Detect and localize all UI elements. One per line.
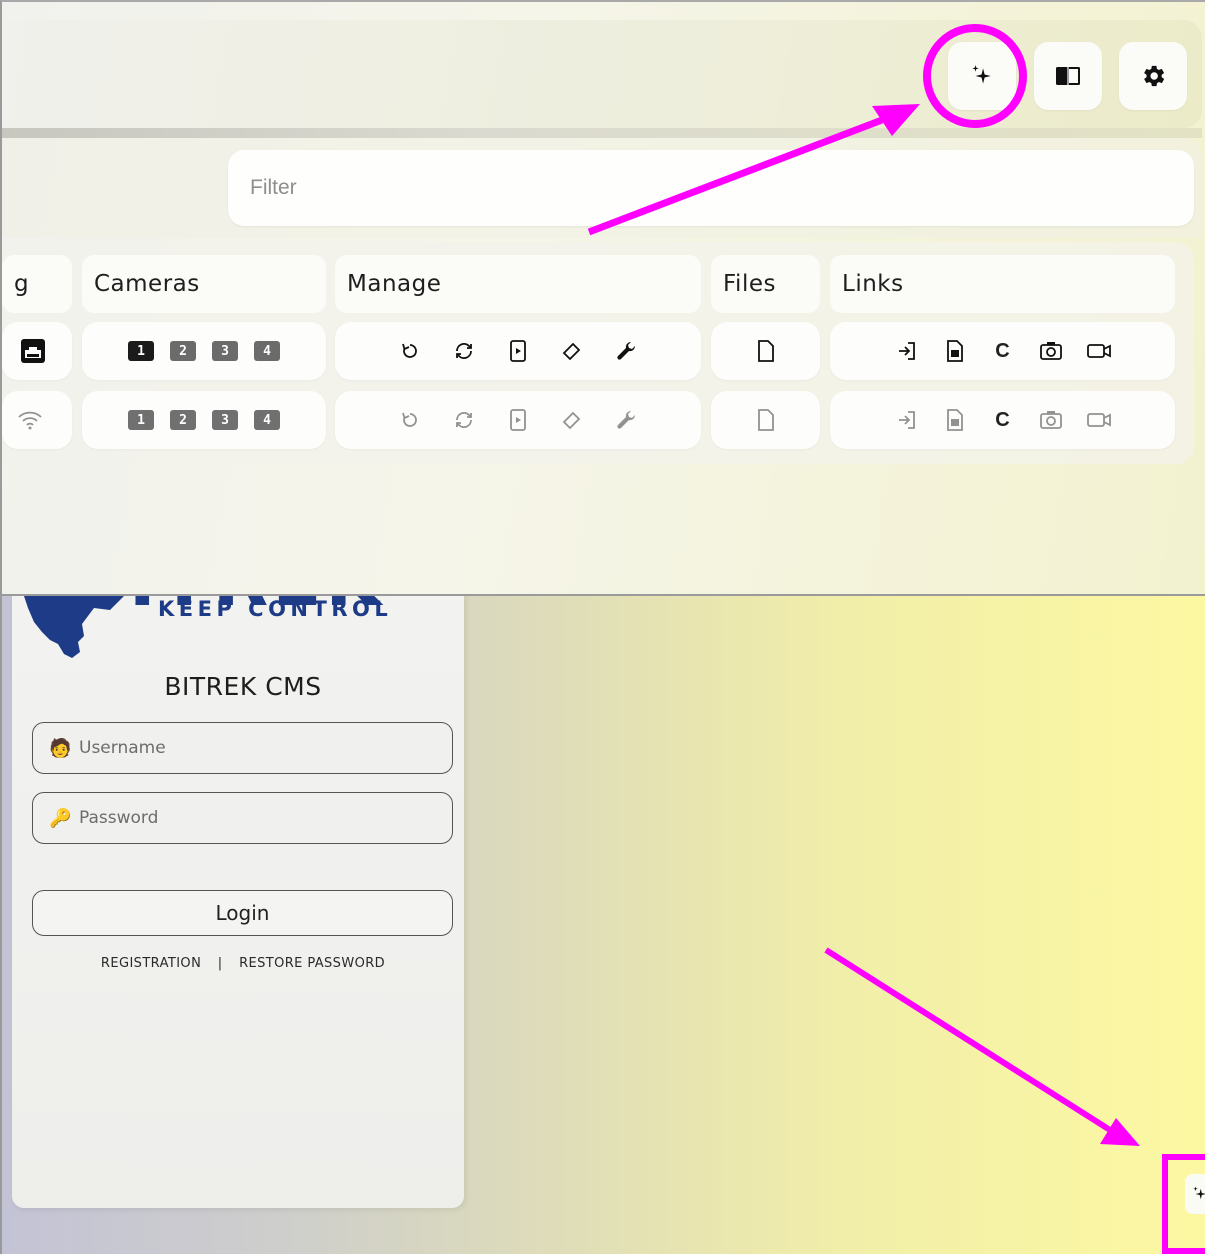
login-icon[interactable] [893,406,921,434]
docs-button[interactable] [1034,42,1102,110]
login-icon[interactable] [893,337,921,365]
c-link-button[interactable]: C [989,406,1017,434]
ethernet-icon [21,339,45,363]
column-header-partial: g [2,255,72,313]
links-buttons: C [830,391,1175,449]
camera-1-button[interactable]: 1 [128,341,154,361]
file-icon[interactable] [752,406,780,434]
login-screenshot-panel: BITREK KEEP CONTROL BITREK CMS 🧑 🔑 Login… [0,596,1205,1254]
camera-2-button[interactable]: 2 [170,410,196,430]
c-link-button[interactable]: C [989,337,1017,365]
header-bar [2,20,1202,128]
eraser-icon[interactable] [558,406,586,434]
sparkles-icon [972,65,991,84]
files-cell [711,322,820,380]
wrench-icon[interactable] [612,337,640,365]
camera-3-button[interactable]: 3 [212,410,238,430]
restart-icon[interactable] [396,406,424,434]
annotation-arrow-head [1100,1118,1140,1146]
camera-4-button[interactable]: 4 [254,341,280,361]
gear-icon [1144,65,1165,87]
camera-buttons: 1 2 3 4 [82,391,326,449]
sparkles-button[interactable] [948,42,1016,110]
video-icon[interactable] [1085,337,1113,365]
camera-1-button[interactable]: 1 [128,410,154,430]
camera-4-button[interactable]: 4 [254,410,280,430]
column-header-files: Files [711,255,820,313]
manage-buttons [335,322,701,380]
refresh-icon[interactable] [450,406,478,434]
camera-3-button[interactable]: 3 [212,341,238,361]
links-buttons: C [830,322,1175,380]
annotation-arrow-line [824,947,1112,1133]
document-icon[interactable] [941,406,969,434]
refresh-icon[interactable] [450,337,478,365]
header-divider [2,128,1202,138]
restart-icon[interactable] [396,337,424,365]
media-file-icon[interactable] [504,337,532,365]
column-header-manage: Manage [335,255,701,313]
camera-icon[interactable] [1037,406,1065,434]
highlight-box [1162,1154,1205,1254]
video-icon[interactable] [1085,406,1113,434]
settings-button[interactable] [1119,42,1187,110]
camera-buttons: 1 2 3 4 [82,322,326,380]
wrench-icon[interactable] [612,406,640,434]
media-file-icon[interactable] [504,406,532,434]
camera-2-button[interactable]: 2 [170,341,196,361]
filter-input[interactable] [228,150,1194,226]
table-row-status-cell [2,322,72,380]
manage-buttons [335,391,701,449]
column-header-links: Links [830,255,1175,313]
devices-screenshot-panel: g Cameras Manage Files Links 1 2 3 4 [0,0,1205,596]
table-row-status-cell [2,391,72,449]
wifi-icon [16,406,44,434]
document-icon[interactable] [941,337,969,365]
book-icon [1056,67,1080,85]
column-header-cameras: Cameras [82,255,326,313]
eraser-icon[interactable] [558,337,586,365]
file-icon[interactable] [752,337,780,365]
files-cell [711,391,820,449]
annotation-overlay [824,947,1205,1254]
camera-icon[interactable] [1037,337,1065,365]
